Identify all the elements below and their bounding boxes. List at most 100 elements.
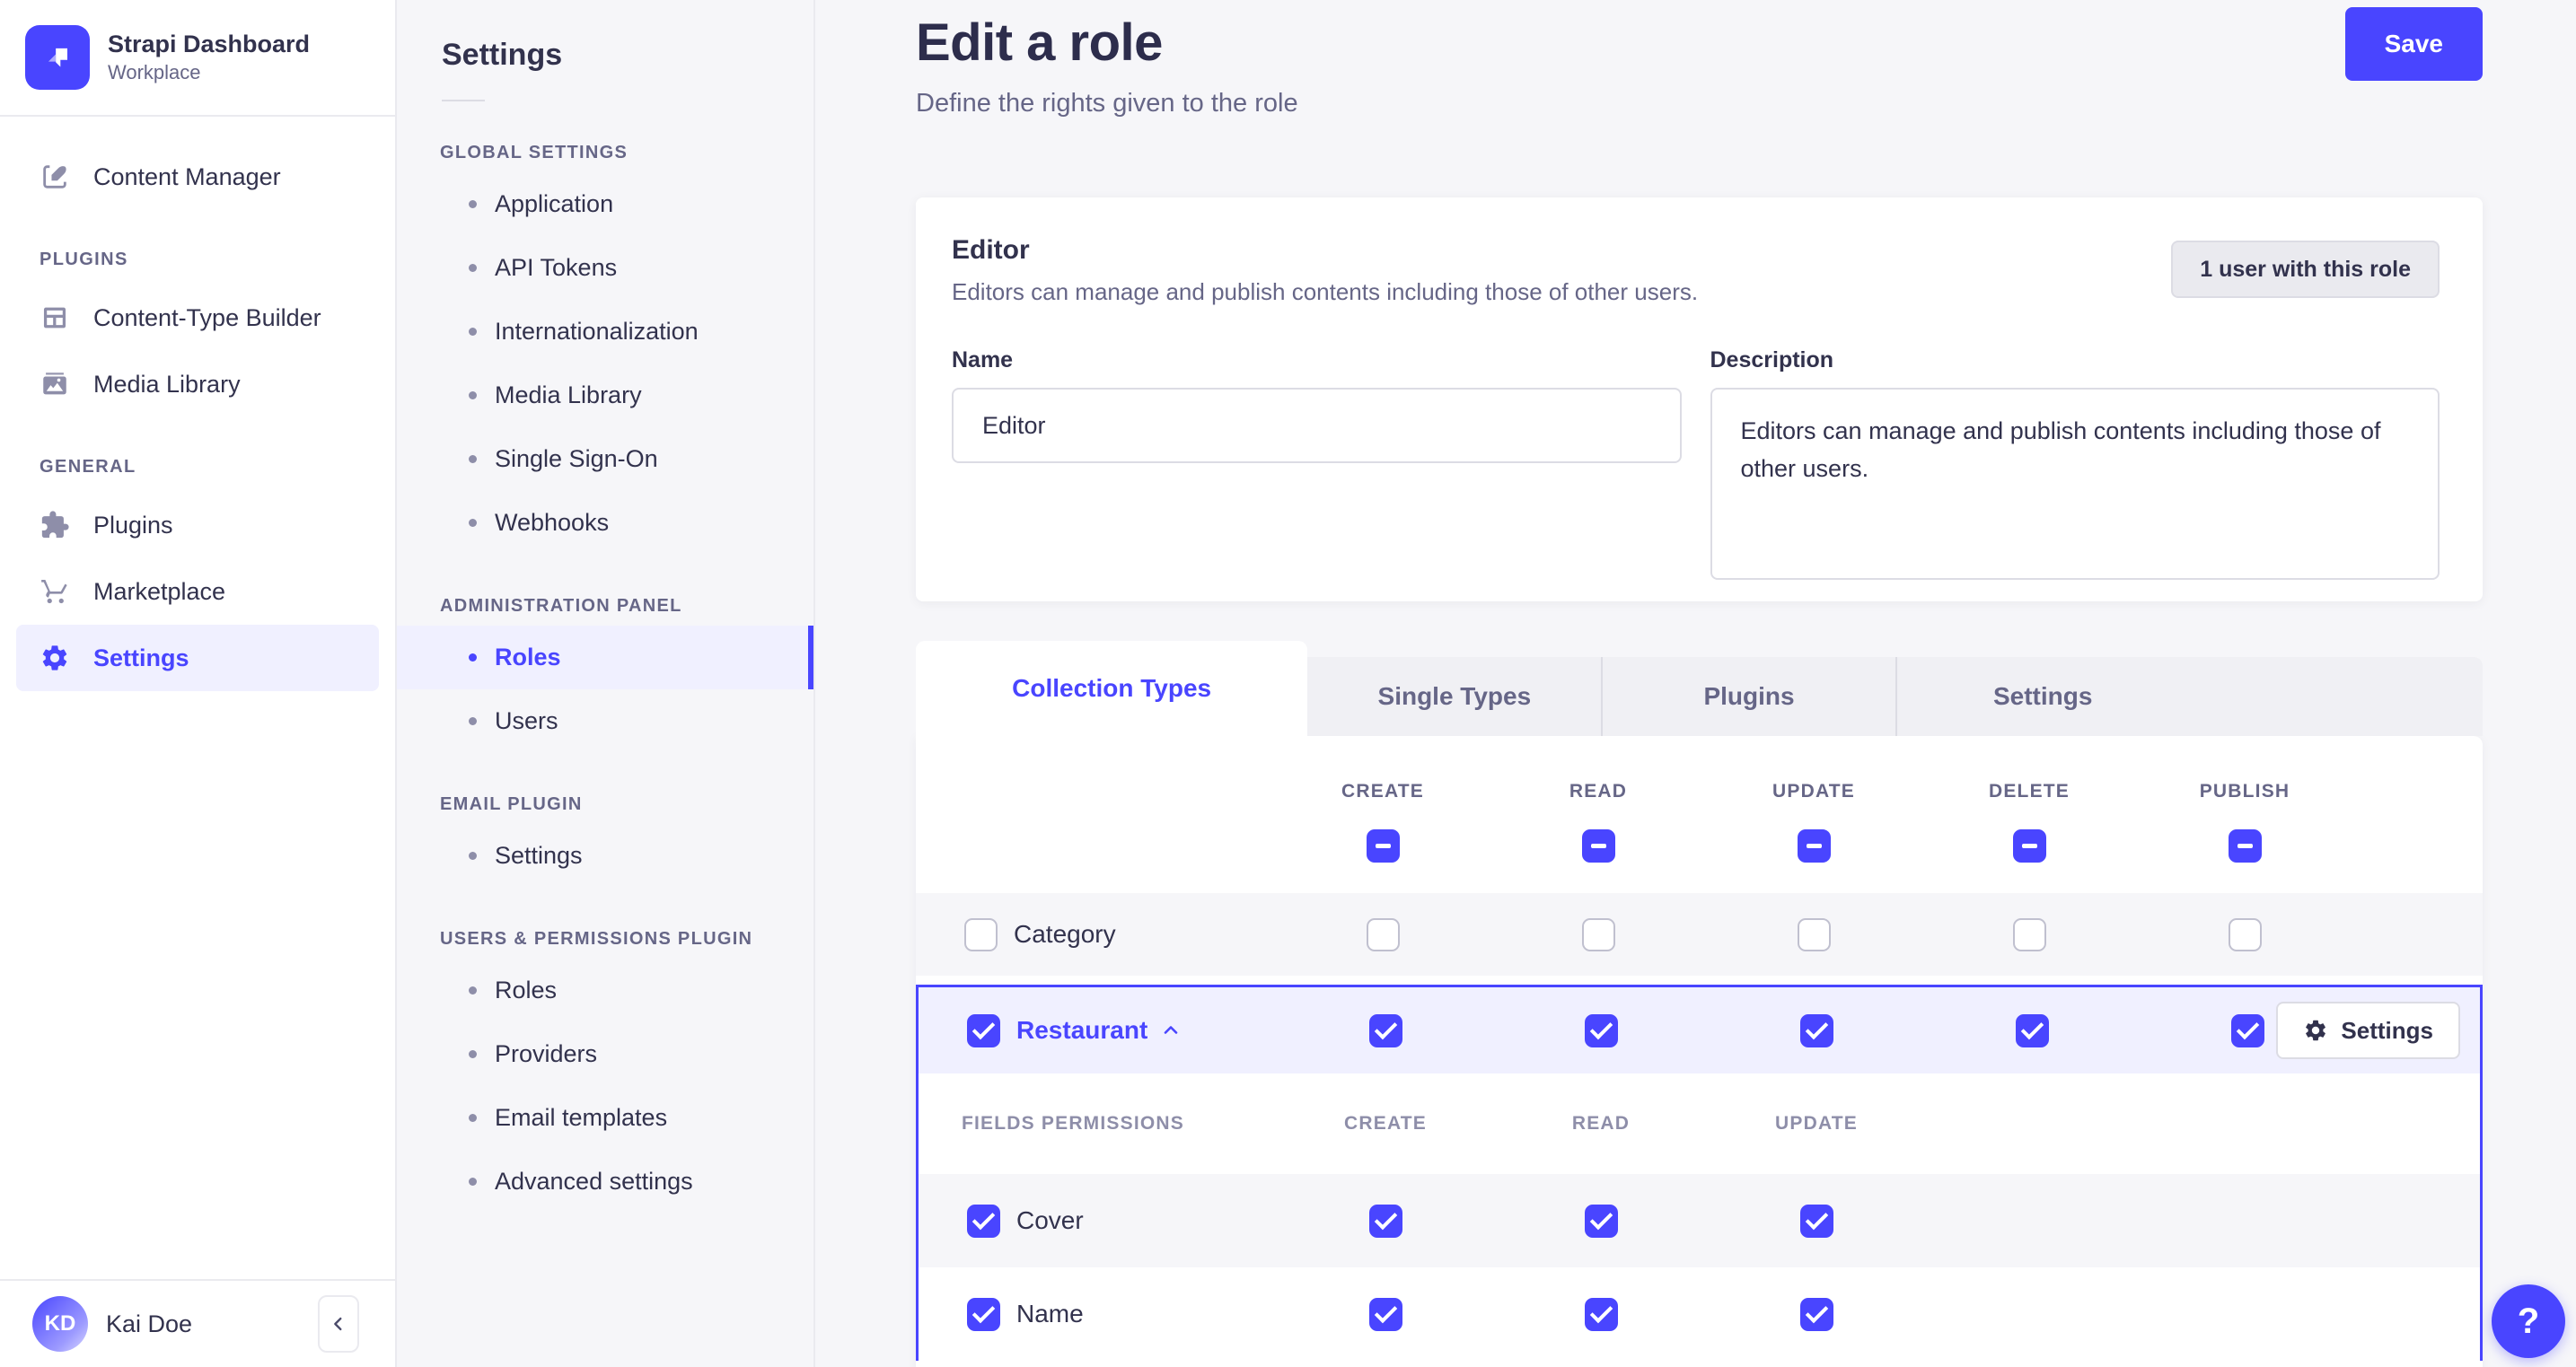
permissions-panel: CREATE READ UPDATE DELETE PUBLISH Catego… <box>916 736 2483 1367</box>
settings-button-label: Settings <box>2341 1016 2433 1044</box>
tab-settings[interactable]: Settings <box>1895 657 2189 736</box>
tab-collection-types[interactable]: Collection Types <box>916 641 1308 736</box>
save-button[interactable]: Save <box>2344 7 2483 81</box>
subnav-item-admin-roles[interactable]: Roles <box>397 626 813 689</box>
chevron-up-icon[interactable] <box>1160 1020 1182 1041</box>
column-label-publish: PUBLISH <box>2199 781 2290 802</box>
image-icon <box>40 369 70 399</box>
select-all-row <box>916 829 2483 863</box>
subnav-item-api-tokens[interactable]: API Tokens <box>397 236 813 300</box>
app-root: Strapi Dashboard Workplace Content Manag… <box>0 0 2576 1367</box>
pen-icon <box>40 162 70 192</box>
subnav-item-up-providers[interactable]: Providers <box>397 1022 813 1086</box>
select-all-update-checkbox[interactable] <box>1797 829 1831 863</box>
sidebar-item-label: Marketplace <box>93 577 226 605</box>
sidebar-item-content-manager[interactable]: Content Manager <box>16 144 379 210</box>
cover-row-checkbox[interactable] <box>967 1204 1000 1238</box>
subnav-item-up-email-templates[interactable]: Email templates <box>397 1086 813 1150</box>
fields-permissions-header: FIELDS PERMISSIONS CREATE READ UPDATE <box>919 1073 2480 1174</box>
subnav-item-label: Single Sign-On <box>495 445 658 472</box>
subnav-section-global-settings: GLOBAL SETTINGS <box>440 143 629 162</box>
name-row-checkbox[interactable] <box>967 1297 1000 1331</box>
name-input[interactable] <box>952 388 1682 463</box>
select-all-create-checkbox[interactable] <box>1366 829 1400 863</box>
select-all-delete-checkbox[interactable] <box>2012 829 2046 863</box>
name-read-checkbox[interactable] <box>1584 1297 1618 1331</box>
cover-create-checkbox[interactable] <box>1368 1204 1402 1238</box>
permissions-tabs: Collection Types Single Types Plugins Se… <box>916 641 2483 736</box>
restaurant-delete-checkbox[interactable] <box>2015 1013 2049 1047</box>
category-row-checkbox[interactable] <box>964 917 998 951</box>
subnav-item-email-settings[interactable]: Settings <box>397 824 813 888</box>
bullet-icon <box>469 653 477 662</box>
subnav-item-up-roles[interactable]: Roles <box>397 959 813 1022</box>
page-subtitle: Define the rights given to the role <box>916 89 1298 118</box>
table-row-name: Name <box>919 1267 2480 1361</box>
settings-subnav: Settings GLOBAL SETTINGS Application API… <box>397 0 815 1367</box>
subnav-item-label: API Tokens <box>495 254 618 281</box>
gear-icon <box>2303 1018 2328 1043</box>
main-content: Edit a role Define the rights given to t… <box>815 0 2576 1367</box>
collapse-sidebar-button[interactable] <box>318 1295 359 1353</box>
user-avatar[interactable]: KD <box>32 1296 88 1352</box>
subnav-item-single-sign-on[interactable]: Single Sign-On <box>397 427 813 491</box>
sidebar-item-marketplace[interactable]: Marketplace <box>16 558 379 625</box>
category-update-checkbox[interactable] <box>1797 917 1831 951</box>
bullet-icon <box>469 200 477 208</box>
row-label: Cover <box>1016 1206 1084 1234</box>
users-with-role-button[interactable]: 1 user with this role <box>2171 241 2440 298</box>
layout-icon <box>40 302 70 333</box>
select-all-read-checkbox[interactable] <box>1581 829 1615 863</box>
select-all-publish-checkbox[interactable] <box>2228 829 2262 863</box>
description-textarea[interactable]: Editors can manage and publish contents … <box>1710 388 2440 580</box>
tab-plugins[interactable]: Plugins <box>1601 657 1895 736</box>
cart-icon <box>40 576 70 607</box>
subnav-item-label: Advanced settings <box>495 1168 693 1195</box>
restaurant-update-checkbox[interactable] <box>1799 1013 1833 1047</box>
subnav-item-label: Email templates <box>495 1104 668 1131</box>
cover-update-checkbox[interactable] <box>1799 1204 1833 1238</box>
restaurant-row-checkbox[interactable] <box>967 1013 1000 1047</box>
subnav-item-application[interactable]: Application <box>397 172 813 236</box>
bullet-icon <box>469 717 477 725</box>
column-label-delete: DELETE <box>1988 781 2070 802</box>
subnav-item-internationalization[interactable]: Internationalization <box>397 300 813 364</box>
workspace-header[interactable]: Strapi Dashboard Workplace <box>0 0 395 117</box>
sidebar-item-label: Media Library <box>93 370 241 398</box>
name-create-checkbox[interactable] <box>1368 1297 1402 1331</box>
subnav-item-up-advanced-settings[interactable]: Advanced settings <box>397 1150 813 1214</box>
restaurant-settings-button[interactable]: Settings <box>2276 1002 2460 1059</box>
sidebar-item-settings[interactable]: Settings <box>16 625 379 691</box>
category-create-checkbox[interactable] <box>1366 917 1400 951</box>
row-label[interactable]: Restaurant <box>1016 1016 1147 1045</box>
subnav-list: Roles Users <box>397 626 813 753</box>
page-title: Edit a role <box>916 13 1163 72</box>
fields-column-read: READ <box>1571 1113 1631 1134</box>
name-update-checkbox[interactable] <box>1799 1297 1833 1331</box>
sidebar-item-content-type-builder[interactable]: Content-Type Builder <box>16 285 379 351</box>
chevron-left-icon <box>329 1314 348 1334</box>
sidebar-item-plugins[interactable]: Plugins <box>16 492 379 558</box>
restaurant-read-checkbox[interactable] <box>1584 1013 1618 1047</box>
subnav-item-webhooks[interactable]: Webhooks <box>397 491 813 555</box>
row-label[interactable]: Category <box>1014 920 1116 949</box>
restaurant-publish-checkbox[interactable] <box>2230 1013 2264 1047</box>
subnav-item-label: Providers <box>495 1040 598 1067</box>
subnav-list: Application API Tokens Internationalizat… <box>397 172 813 555</box>
tab-single-types[interactable]: Single Types <box>1307 657 1601 736</box>
cover-read-checkbox[interactable] <box>1584 1204 1618 1238</box>
subnav-item-label: Roles <box>495 977 558 1003</box>
subnav-item-admin-users[interactable]: Users <box>397 689 813 753</box>
category-delete-checkbox[interactable] <box>2012 917 2046 951</box>
restaurant-create-checkbox[interactable] <box>1368 1013 1402 1047</box>
bullet-icon <box>469 986 477 995</box>
inactive-tabs-group: Single Types Plugins Settings <box>1307 657 2483 736</box>
sidebar-section-plugins: PLUGINS <box>40 250 128 269</box>
bullet-icon <box>469 1178 477 1186</box>
category-read-checkbox[interactable] <box>1581 917 1615 951</box>
help-button[interactable]: ? <box>2492 1284 2565 1358</box>
column-label-read: READ <box>1569 781 1628 802</box>
subnav-item-media-library[interactable]: Media Library <box>397 364 813 427</box>
sidebar-item-media-library[interactable]: Media Library <box>16 351 379 417</box>
category-publish-checkbox[interactable] <box>2228 917 2262 951</box>
